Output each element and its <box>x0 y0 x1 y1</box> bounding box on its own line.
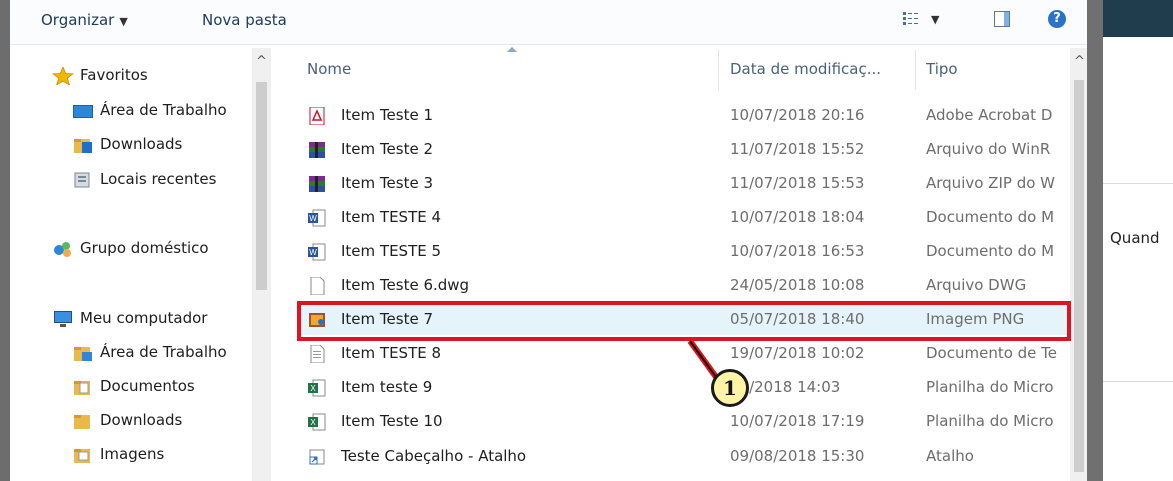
column-divider[interactable] <box>718 50 719 90</box>
file-name: Item TESTE 5 <box>341 242 442 260</box>
downloads-folder-icon <box>74 139 92 153</box>
downloads-folder-icon <box>74 415 90 429</box>
file-date: 24/05/2018 10:08 <box>730 276 865 294</box>
file-row[interactable]: W Item TESTE 4 10/07/2018 18:04 Document… <box>297 203 1067 233</box>
svg-text:W: W <box>309 214 317 223</box>
scroll-up-arrow-icon[interactable]: ^ <box>256 54 267 69</box>
dropdown-arrow-icon: ▼ <box>119 15 128 28</box>
file-row[interactable]: X Item teste 9 07/2018 14:03 Planilha do… <box>297 373 1067 403</box>
word-icon: W <box>308 243 326 261</box>
file-type: Documento do M <box>926 208 1055 226</box>
window-border-right <box>1087 0 1103 481</box>
new-folder-button[interactable]: Nova pasta <box>202 11 287 29</box>
column-header-type[interactable]: Tipo <box>926 60 958 102</box>
callout-number-badge: 1 <box>711 369 749 407</box>
star-icon <box>52 67 74 85</box>
file-date: 09/08/2018 15:30 <box>730 447 865 465</box>
view-options-icon[interactable] <box>903 12 919 26</box>
column-header-date[interactable]: Data de modificaç... <box>730 60 881 102</box>
window-border-left <box>0 0 10 481</box>
file-name: Item Teste 6.dwg <box>341 276 470 294</box>
documents-icon <box>74 381 90 395</box>
file-list-scrollbar-thumb[interactable] <box>1074 80 1084 472</box>
nav-scrollbar-thumb[interactable] <box>256 82 267 290</box>
background-divider <box>1103 381 1173 382</box>
excel-icon: X <box>308 413 326 431</box>
file-name: Item TESTE 4 <box>341 208 442 226</box>
file-row[interactable]: Item Teste 3 11/07/2018 15:53 Arquivo ZI… <box>297 169 1067 199</box>
svg-text:X: X <box>310 384 316 393</box>
file-date: 10/07/2018 17:19 <box>730 412 865 430</box>
computer-icon <box>54 311 72 327</box>
file-type: Arquivo do WinR <box>926 140 1051 158</box>
images-icon <box>74 449 90 463</box>
file-date: 10/07/2018 18:04 <box>730 208 865 226</box>
desktop-icon <box>73 105 93 118</box>
file-name: Item Teste 3 <box>341 174 433 192</box>
preview-pane-icon[interactable] <box>994 11 1010 27</box>
file-date: 11/07/2018 15:53 <box>730 174 865 192</box>
homegroup-icon <box>54 242 71 257</box>
file-type: Documento do M <box>926 242 1055 260</box>
background-divider <box>1103 183 1173 184</box>
scroll-up-arrow-icon[interactable]: ^ <box>1074 54 1085 69</box>
file-name: Teste Cabeçalho - Atalho <box>341 447 527 465</box>
svg-text:W: W <box>309 248 317 257</box>
background-text: Quand <box>1110 229 1160 247</box>
file-date: 10/07/2018 16:53 <box>730 242 865 260</box>
recent-places-icon <box>74 172 90 188</box>
file-name: Item teste 9 <box>341 378 433 396</box>
file-type: Arquivo ZIP do W <box>926 174 1055 192</box>
file-type: Adobe Acrobat D <box>926 106 1053 124</box>
file-name: Item TESTE 8 <box>341 344 442 362</box>
file-open-dialog: Organizar ▼ Nova pasta ▼ ? Favoritos Área… <box>10 0 1087 481</box>
organize-label: Organizar <box>41 11 115 29</box>
excel-icon: X <box>308 379 326 397</box>
winrar-icon <box>309 176 325 192</box>
organize-button[interactable]: Organizar ▼ <box>41 11 128 29</box>
desktop-folder-icon <box>74 347 92 361</box>
background-header-bar <box>1103 0 1173 37</box>
file-type: Planilha do Micro <box>926 412 1054 430</box>
background-document: Quand <box>1103 0 1173 481</box>
navigation-pane: Favoritos Área de Trabalho Downloads Loc… <box>10 48 272 481</box>
file-type: Documento de Te <box>926 344 1058 362</box>
sort-ascending-icon <box>507 47 517 52</box>
file-type: Atalho <box>926 447 974 465</box>
column-header-name[interactable]: Nome <box>307 60 351 102</box>
toolbar: Organizar ▼ Nova pasta ▼ ? <box>10 0 1087 45</box>
file-row[interactable]: W Item TESTE 5 10/07/2018 16:53 Document… <box>297 237 1067 267</box>
file-type: Arquivo DWG <box>926 276 1027 294</box>
text-file-icon <box>310 345 325 363</box>
file-date: 11/07/2018 15:52 <box>730 140 865 158</box>
file-row[interactable]: Item Teste 1 10/07/2018 20:16 Adobe Acro… <box>297 101 1067 131</box>
file-row[interactable]: Item Teste 2 11/07/2018 15:52 Arquivo do… <box>297 135 1067 165</box>
help-icon[interactable]: ? <box>1048 10 1066 28</box>
pdf-icon <box>309 107 325 125</box>
file-type: Planilha do Micro <box>926 378 1054 396</box>
word-icon: W <box>308 209 326 227</box>
column-divider[interactable] <box>915 50 916 90</box>
file-row[interactable]: Item TESTE 8 19/07/2018 10:02 Documento … <box>297 339 1067 369</box>
view-dropdown-arrow-icon[interactable]: ▼ <box>931 13 939 26</box>
file-row[interactable]: X Item Teste 10 10/07/2018 17:19 Planilh… <box>297 407 1067 437</box>
file-name: Item Teste 1 <box>341 106 433 124</box>
winrar-icon <box>309 142 325 158</box>
blank-file-icon <box>310 277 325 295</box>
file-row[interactable]: Item Teste 6.dwg 24/05/2018 10:08 Arquiv… <box>297 271 1067 301</box>
file-date: 10/07/2018 20:16 <box>730 106 865 124</box>
svg-text:X: X <box>310 418 316 427</box>
file-date: 19/07/2018 10:02 <box>730 344 865 362</box>
shortcut-icon <box>309 449 325 465</box>
file-row[interactable]: Teste Cabeçalho - Atalho 09/08/2018 15:3… <box>297 442 1067 472</box>
file-name: Item Teste 10 <box>341 412 443 430</box>
file-name: Item Teste 2 <box>341 140 433 158</box>
highlight-box <box>297 301 1071 341</box>
